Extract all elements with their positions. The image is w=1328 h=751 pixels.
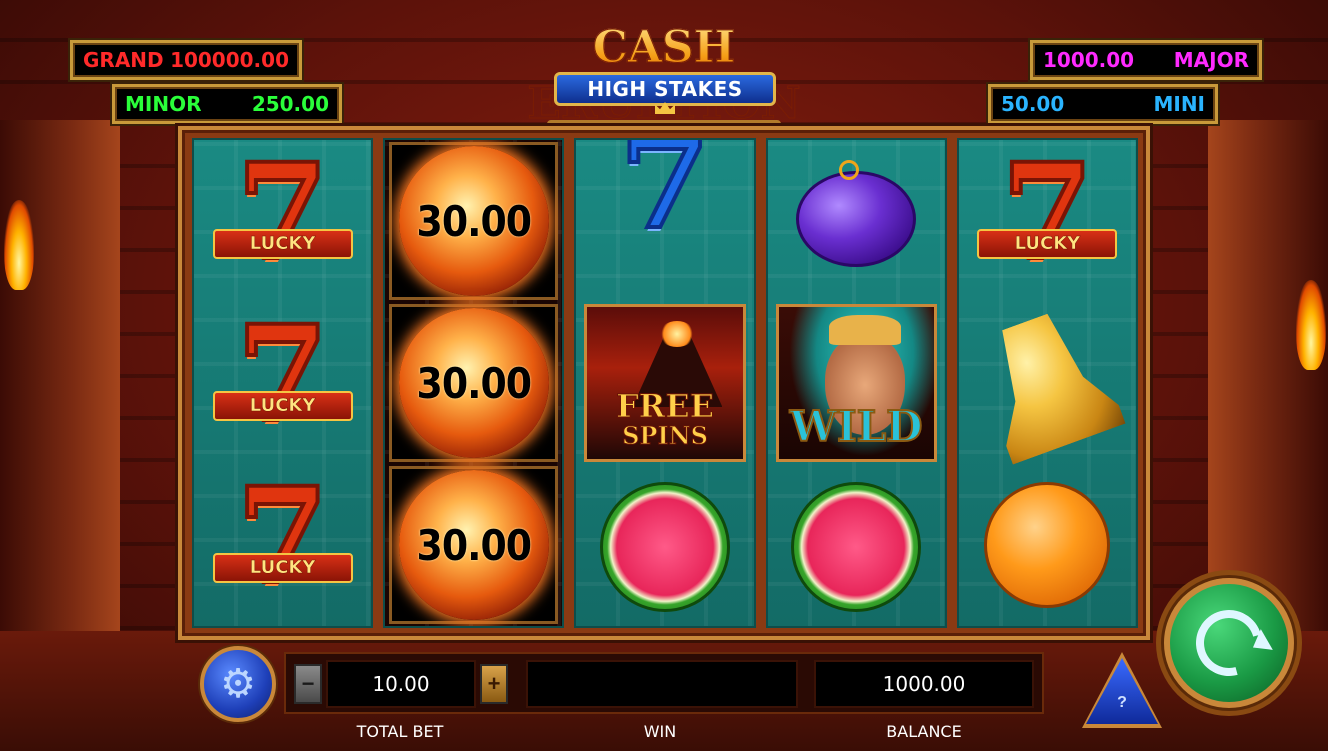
minor-value: 250.00 <box>251 92 329 116</box>
total-bet-display: 10.00 <box>326 660 476 708</box>
game-title: CASH ERUPTION <box>470 20 858 130</box>
blue-seven-symbol: 7 <box>595 138 735 260</box>
spin-arrow-icon <box>1183 597 1275 689</box>
bet-decrease-button[interactable]: − <box>294 664 322 704</box>
right-torch <box>1296 280 1326 370</box>
settings-button[interactable]: ⚙ <box>200 646 276 722</box>
reel-cell <box>576 468 753 626</box>
reel-cell: 7 LUCKY <box>194 302 371 464</box>
major-label: MAJOR <box>1173 48 1249 72</box>
reel-cell: 30.00 <box>389 142 559 300</box>
spin-button[interactable] <box>1164 578 1294 708</box>
major-jackpot: 1000.00 MAJOR <box>1030 40 1262 80</box>
reel-cell: FREE SPINS <box>576 298 753 468</box>
bell-symbol <box>969 301 1126 464</box>
reel-1: 7 LUCKY 7 LUCKY 7 LUCKY <box>192 138 374 628</box>
high-stakes-badge: HIGH STAKES <box>554 72 776 106</box>
left-torch <box>4 200 34 290</box>
reel-cell: WILD <box>768 298 945 468</box>
reel-cell: 7 <box>576 140 753 298</box>
reel-cell <box>768 140 945 298</box>
win-display <box>526 660 798 708</box>
lucky-seven-symbol: 7 LUCKY <box>212 141 353 291</box>
lucky-seven-symbol: 7 LUCKY <box>212 465 353 615</box>
lucky-ribbon: LUCKY <box>977 229 1118 259</box>
fireball-value: 30.00 <box>416 196 533 246</box>
free-spins-symbol: FREE SPINS <box>584 304 746 462</box>
mini-label: MINI <box>1153 92 1205 116</box>
balance-label: BALANCE <box>886 722 962 741</box>
fireball-symbol: 30.00 <box>398 308 549 458</box>
free-spins-line1: FREE <box>615 387 715 425</box>
reel-cell: 7 LUCKY <box>959 140 1136 302</box>
reel-cell <box>959 302 1136 464</box>
grand-value: 100000.00 <box>170 48 289 72</box>
info-icon: ? <box>1117 694 1127 711</box>
fireball-value: 30.00 <box>416 520 533 570</box>
reel-cell: 7 LUCKY <box>194 140 371 302</box>
reel-cell <box>768 468 945 626</box>
balance-value: 1000.00 <box>882 672 966 696</box>
fireball-value: 30.00 <box>416 358 533 408</box>
mini-value: 50.00 <box>1001 92 1065 116</box>
reel-4: WILD <box>765 138 947 628</box>
mini-jackpot: 50.00 MINI <box>988 84 1218 124</box>
reel-cell: 30.00 <box>389 466 559 624</box>
wild-text: WILD <box>789 401 924 452</box>
plus-icon: + <box>487 671 501 696</box>
lucky-ribbon: LUCKY <box>212 229 353 259</box>
lucky-ribbon: LUCKY <box>212 553 353 583</box>
wild-crown <box>828 315 901 345</box>
lucky-seven-symbol: 7 LUCKY <box>212 303 353 453</box>
win-label: WIN <box>643 722 677 741</box>
lucky-ribbon: LUCKY <box>212 391 353 421</box>
total-bet-value: 10.00 <box>372 672 430 696</box>
reel-cell <box>959 464 1136 626</box>
balance-display: 1000.00 <box>814 660 1034 708</box>
fireball-symbol: 30.00 <box>398 146 549 296</box>
grand-jackpot: GRAND 100000.00 <box>70 40 302 80</box>
reel-cell: 7 LUCKY <box>194 464 371 626</box>
seven-glyph: 7 <box>999 138 1095 290</box>
reel-cell: 30.00 <box>389 304 559 462</box>
reels-grid: 7 LUCKY 7 LUCKY 7 LUCKY 30.00 30.00 30.0… <box>192 138 1139 628</box>
seven-glyph: 7 <box>617 138 713 259</box>
major-value: 1000.00 <box>1043 48 1135 72</box>
reel-2: 30.00 30.00 30.00 <box>383 138 565 628</box>
free-spins-text: FREE SPINS <box>615 387 715 450</box>
reel-5: 7 LUCKY <box>956 138 1139 628</box>
watermelon-symbol <box>600 482 730 612</box>
plum-symbol <box>796 160 917 267</box>
reel-3: 7 FREE SPINS <box>574 138 756 628</box>
seven-glyph: 7 <box>235 297 331 452</box>
seven-glyph: 7 <box>235 138 331 290</box>
minus-icon: − <box>301 671 315 696</box>
total-bet-label: TOTAL BET <box>356 722 444 741</box>
watermelon-symbol <box>791 482 922 612</box>
seven-glyph: 7 <box>235 459 331 614</box>
orange-symbol <box>984 482 1111 608</box>
gear-icon: ⚙ <box>220 662 256 706</box>
fireball-symbol: 30.00 <box>398 470 549 620</box>
minor-label: MINOR <box>125 92 202 116</box>
grand-label: GRAND <box>83 48 164 72</box>
wild-symbol: WILD <box>775 304 937 462</box>
bet-increase-button[interactable]: + <box>480 664 508 704</box>
free-spins-line2: SPINS <box>622 421 709 450</box>
minor-jackpot: MINOR 250.00 <box>112 84 342 124</box>
lucky-seven-symbol: 7 LUCKY <box>977 141 1118 291</box>
